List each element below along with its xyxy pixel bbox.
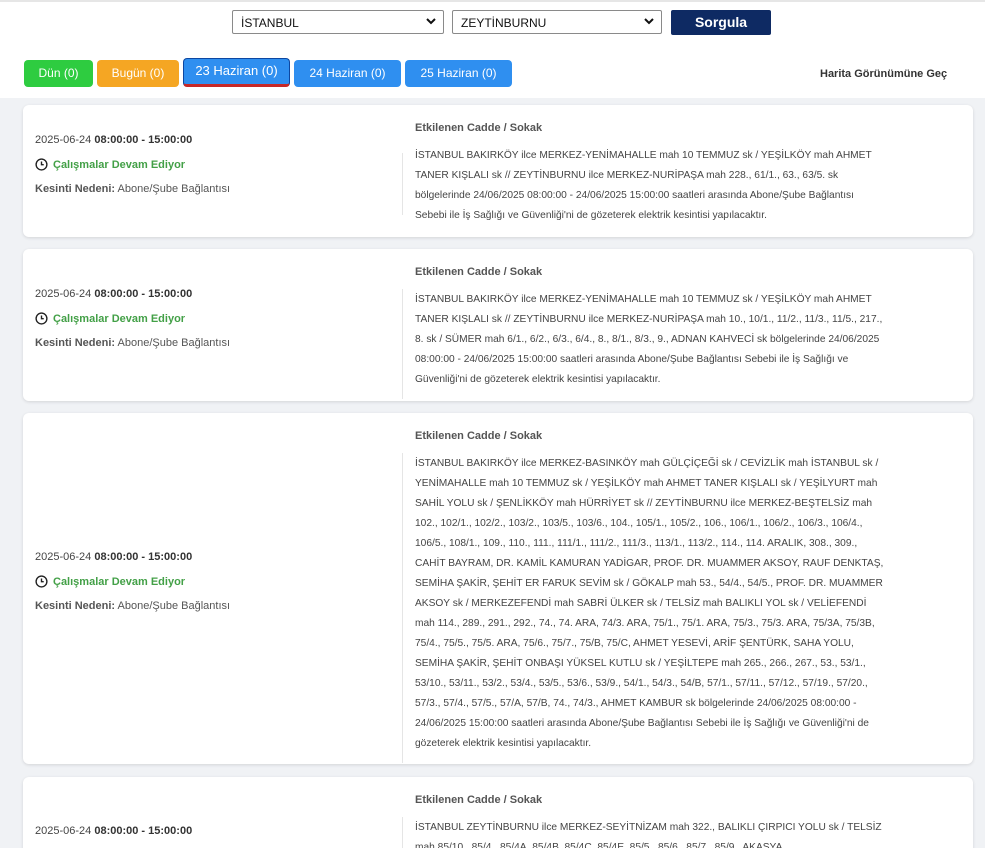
outage-date: 2025-06-24 08:00:00 - 15:00:00 [35,134,395,146]
outage-reason: Kesinti Nedeni: Abone/Şube Bağlantısı [35,337,395,349]
tab-yesterday[interactable]: Dün (0) [24,60,93,87]
city-select[interactable]: İSTANBUL [232,10,444,34]
tab-today[interactable]: Bugün (0) [97,60,179,87]
date-value: 2025-06-24 [35,288,92,300]
divider [402,453,403,763]
date-value: 2025-06-24 [35,551,92,563]
outage-date: 2025-06-24 08:00:00 - 15:00:00 [35,288,395,300]
clock-icon [35,575,48,588]
outage-card: 2025-06-24 08:00:00 - 15:00:00 Çalışmala… [23,105,973,237]
status-text: Çalışmalar Devam Ediyor [53,158,186,171]
district-select[interactable]: ZEYTİNBURNU [452,10,662,34]
tab-june-25[interactable]: 25 Haziran (0) [405,60,512,87]
query-button[interactable]: Sorgula [671,10,771,35]
status-indicator: Çalışmalar Devam Ediyor [35,158,395,171]
time-range: 08:00:00 - 15:00:00 [94,551,193,563]
outage-card: 2025-06-24 08:00:00 - 15:00:00 Etkilenen… [23,777,973,848]
date-tabs-bar: Dün (0) Bugün (0) 23 Haziran (0) 24 Hazi… [0,46,985,98]
date-value: 2025-06-24 [35,825,92,837]
tab-june-23[interactable]: 23 Haziran (0) [183,58,290,87]
reason-label: Kesinti Nedeni: [35,600,116,612]
reason-label: Kesinti Nedeni: [35,183,116,195]
affected-streets-heading: Etkilenen Cadde / Sokak [415,122,543,134]
chevron-down-icon [644,18,654,25]
reason-value: Abone/Şube Bağlantısı [117,183,231,195]
reason-label: Kesinti Nedeni: [35,337,116,349]
status-text: Çalışmalar Devam Ediyor [53,312,186,325]
outage-date: 2025-06-24 08:00:00 - 15:00:00 [35,551,395,563]
time-range: 08:00:00 - 15:00:00 [94,288,193,300]
status-indicator: Çalışmalar Devam Ediyor [35,575,395,588]
status-indicator: Çalışmalar Devam Ediyor [35,312,395,325]
divider [402,817,403,848]
outage-reason: Kesinti Nedeni: Abone/Şube Bağlantısı [35,183,395,195]
status-text: Çalışmalar Devam Ediyor [53,575,186,588]
reason-value: Abone/Şube Bağlantısı [117,600,231,612]
chevron-down-icon [426,18,436,25]
affected-streets-heading: Etkilenen Cadde / Sokak [415,266,543,278]
tab-june-24[interactable]: 24 Haziran (0) [294,60,401,87]
reason-value: Abone/Şube Bağlantısı [117,337,231,349]
time-range: 08:00:00 - 15:00:00 [94,134,193,146]
divider [402,153,403,215]
outage-card: 2025-06-24 08:00:00 - 15:00:00 Çalışmala… [23,249,973,401]
outage-card: 2025-06-24 08:00:00 - 15:00:00 Çalışmala… [23,413,973,764]
affected-streets-text: İSTANBUL BAKIRKÖY ilce MERKEZ-YENİMAHALL… [415,150,872,221]
clock-icon [35,312,48,325]
outage-reason: Kesinti Nedeni: Abone/Şube Bağlantısı [35,600,395,612]
filter-bar: İSTANBUL ZEYTİNBURNU Sorgula [0,0,985,46]
date-value: 2025-06-24 [35,134,92,146]
time-range: 08:00:00 - 15:00:00 [94,825,193,837]
clock-icon [35,158,48,171]
district-select-value: ZEYTİNBURNU [461,16,547,30]
divider [402,289,403,399]
outage-date: 2025-06-24 08:00:00 - 15:00:00 [35,825,395,837]
affected-streets-heading: Etkilenen Cadde / Sokak [415,794,543,806]
city-select-value: İSTANBUL [241,16,299,30]
affected-streets-heading: Etkilenen Cadde / Sokak [415,430,543,442]
affected-streets-text: İSTANBUL ZEYTİNBURNU ilce MERKEZ-SEYİTNİ… [415,822,882,848]
map-view-link[interactable]: Harita Görünümüne Geç [820,68,947,80]
affected-streets-text: İSTANBUL BAKIRKÖY ilce MERKEZ-YENİMAHALL… [415,294,883,385]
affected-streets-text: İSTANBUL BAKIRKÖY ilce MERKEZ-BASINKÖY m… [415,458,884,749]
